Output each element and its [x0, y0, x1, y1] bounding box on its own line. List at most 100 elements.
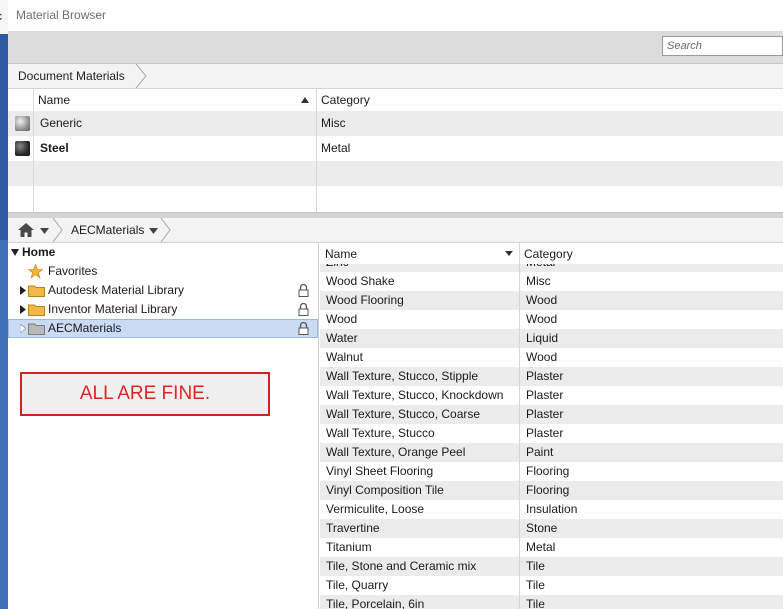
expand-icon[interactable]	[20, 286, 26, 295]
library-material-list[interactable]: ZincMetalWood ShakeMiscWood FlooringWood…	[320, 264, 783, 609]
material-name: Wood	[326, 312, 358, 326]
search-input[interactable]	[663, 37, 783, 55]
material-name: Generic	[40, 116, 83, 130]
table-row[interactable]: Titanium Metal	[320, 538, 783, 557]
search-box[interactable]	[662, 36, 783, 56]
material-name: Wall Texture, Stucco, Knockdown	[326, 388, 504, 402]
aecmaterials-crumb[interactable]: AECMaterials	[71, 218, 144, 242]
material-category: Metal	[526, 264, 555, 272]
document-row[interactable]: Generic Misc	[8, 111, 783, 136]
breadcrumb-separator-icon	[135, 64, 147, 88]
material-category: Tile	[526, 578, 545, 592]
column-divider	[519, 500, 520, 519]
material-name: Tile, Quarry	[326, 578, 389, 592]
tree-label: Inventor Material Library	[48, 302, 178, 316]
folder-icon	[28, 323, 45, 335]
material-category: Plaster	[526, 369, 564, 383]
table-row[interactable]: Wood Flooring Wood	[320, 291, 783, 310]
breadcrumb-separator-icon	[160, 218, 171, 242]
column-divider	[519, 264, 520, 272]
material-category: Misc	[526, 274, 551, 288]
empty-row	[8, 161, 783, 186]
column-divider	[519, 443, 520, 462]
table-row[interactable]: Tile, Stone and Ceramic mix Tile	[320, 557, 783, 576]
gray-sphere-icon	[15, 116, 30, 131]
material-name: Tile, Stone and Ceramic mix	[326, 559, 477, 573]
window-title: Material Browser	[16, 8, 107, 22]
table-row[interactable]: Wall Texture, Stucco Plaster	[320, 424, 783, 443]
table-row[interactable]: Tile, Quarry Tile	[320, 576, 783, 595]
expand-icon[interactable]	[20, 324, 26, 333]
column-divider	[519, 291, 520, 310]
column-name-header[interactable]: Name	[325, 243, 357, 264]
column-divider	[519, 462, 520, 481]
table-row[interactable]: Travertine Stone	[320, 519, 783, 538]
tree-item-aecmaterials[interactable]: AECMaterials	[8, 319, 318, 338]
tree-item-inventor-library[interactable]: Inventor Material Library	[8, 300, 318, 319]
lock-icon	[298, 284, 309, 297]
material-name: Tile, Porcelain, 6in	[326, 597, 425, 609]
material-name: Wall Texture, Orange Peel	[326, 445, 466, 459]
document-row[interactable]: Steel Metal	[8, 136, 783, 161]
folder-icon	[28, 304, 45, 316]
material-category: Flooring	[526, 464, 570, 478]
column-divider	[519, 424, 520, 443]
column-category-header[interactable]: Category	[524, 243, 573, 264]
table-row[interactable]: Vinyl Composition Tile Flooring	[320, 481, 783, 500]
material-name: Walnut	[326, 350, 363, 364]
sort-descending-icon[interactable]	[505, 251, 513, 256]
home-icon[interactable]	[18, 223, 34, 237]
column-divider	[519, 310, 520, 329]
material-category: Liquid	[526, 331, 559, 345]
sort-ascending-icon[interactable]	[301, 97, 309, 103]
column-category-header[interactable]: Category	[321, 89, 370, 111]
material-name: Wall Texture, Stucco, Stipple	[326, 369, 479, 383]
column-divider	[33, 111, 34, 212]
column-name-header[interactable]: Name	[38, 89, 70, 111]
material-category: Stone	[526, 521, 558, 535]
material-name: Travertine	[326, 521, 380, 535]
lock-icon	[298, 322, 309, 335]
table-row[interactable]: Tile, Porcelain, 6in Tile	[320, 595, 783, 609]
material-name: Wood Shake	[326, 274, 395, 288]
tree-item-autodesk-library[interactable]: Autodesk Material Library	[8, 281, 318, 300]
material-category: Insulation	[526, 502, 578, 516]
collapse-icon[interactable]	[11, 249, 19, 256]
folder-icon	[28, 285, 45, 297]
table-row[interactable]: Water Liquid	[320, 329, 783, 348]
document-materials-crumb[interactable]: Document Materials	[8, 64, 135, 88]
table-row[interactable]: Wall Texture, Stucco, Stipple Plaster	[320, 367, 783, 386]
material-category: Flooring	[526, 483, 570, 497]
tree-item-home[interactable]: Home	[8, 243, 318, 262]
table-row[interactable]: Walnut Wood	[320, 348, 783, 367]
tree-item-favorites[interactable]: Favorites	[8, 262, 318, 281]
material-category: Plaster	[526, 407, 564, 421]
column-divider	[519, 367, 520, 386]
tree-label: Favorites	[48, 264, 98, 278]
home-dropdown-icon[interactable]	[40, 228, 49, 234]
background-window-strip: c	[0, 0, 8, 609]
table-row[interactable]: Wood Shake Misc	[320, 272, 783, 291]
table-row[interactable]: Wall Texture, Stucco, Knockdown Plaster	[320, 386, 783, 405]
table-row[interactable]: Vermiculite, Loose Insulation	[320, 500, 783, 519]
material-category: Tile	[526, 559, 545, 573]
table-row[interactable]: Vinyl Sheet Flooring Flooring	[320, 462, 783, 481]
lock-icon	[298, 303, 309, 316]
title-bar: Material Browser	[8, 0, 783, 31]
material-name: Titanium	[326, 540, 372, 554]
material-name: Water	[326, 331, 358, 345]
document-breadcrumb: Document Materials	[8, 64, 783, 89]
table-row[interactable]: Wall Texture, Orange Peel Paint	[320, 443, 783, 462]
material-name: Vinyl Sheet Flooring	[326, 464, 434, 478]
column-divider	[519, 348, 520, 367]
column-divider	[519, 386, 520, 405]
table-row[interactable]: Zinc Metal	[320, 264, 783, 272]
material-name: Wood Flooring	[326, 293, 404, 307]
material-category: Wood	[526, 293, 558, 307]
table-row[interactable]: Wood Wood	[320, 310, 783, 329]
crumb-dropdown-icon[interactable]	[149, 228, 158, 234]
material-category: Wood	[526, 312, 558, 326]
column-divider	[519, 595, 520, 609]
table-row[interactable]: Wall Texture, Stucco, Coarse Plaster	[320, 405, 783, 424]
expand-icon[interactable]	[20, 305, 26, 314]
